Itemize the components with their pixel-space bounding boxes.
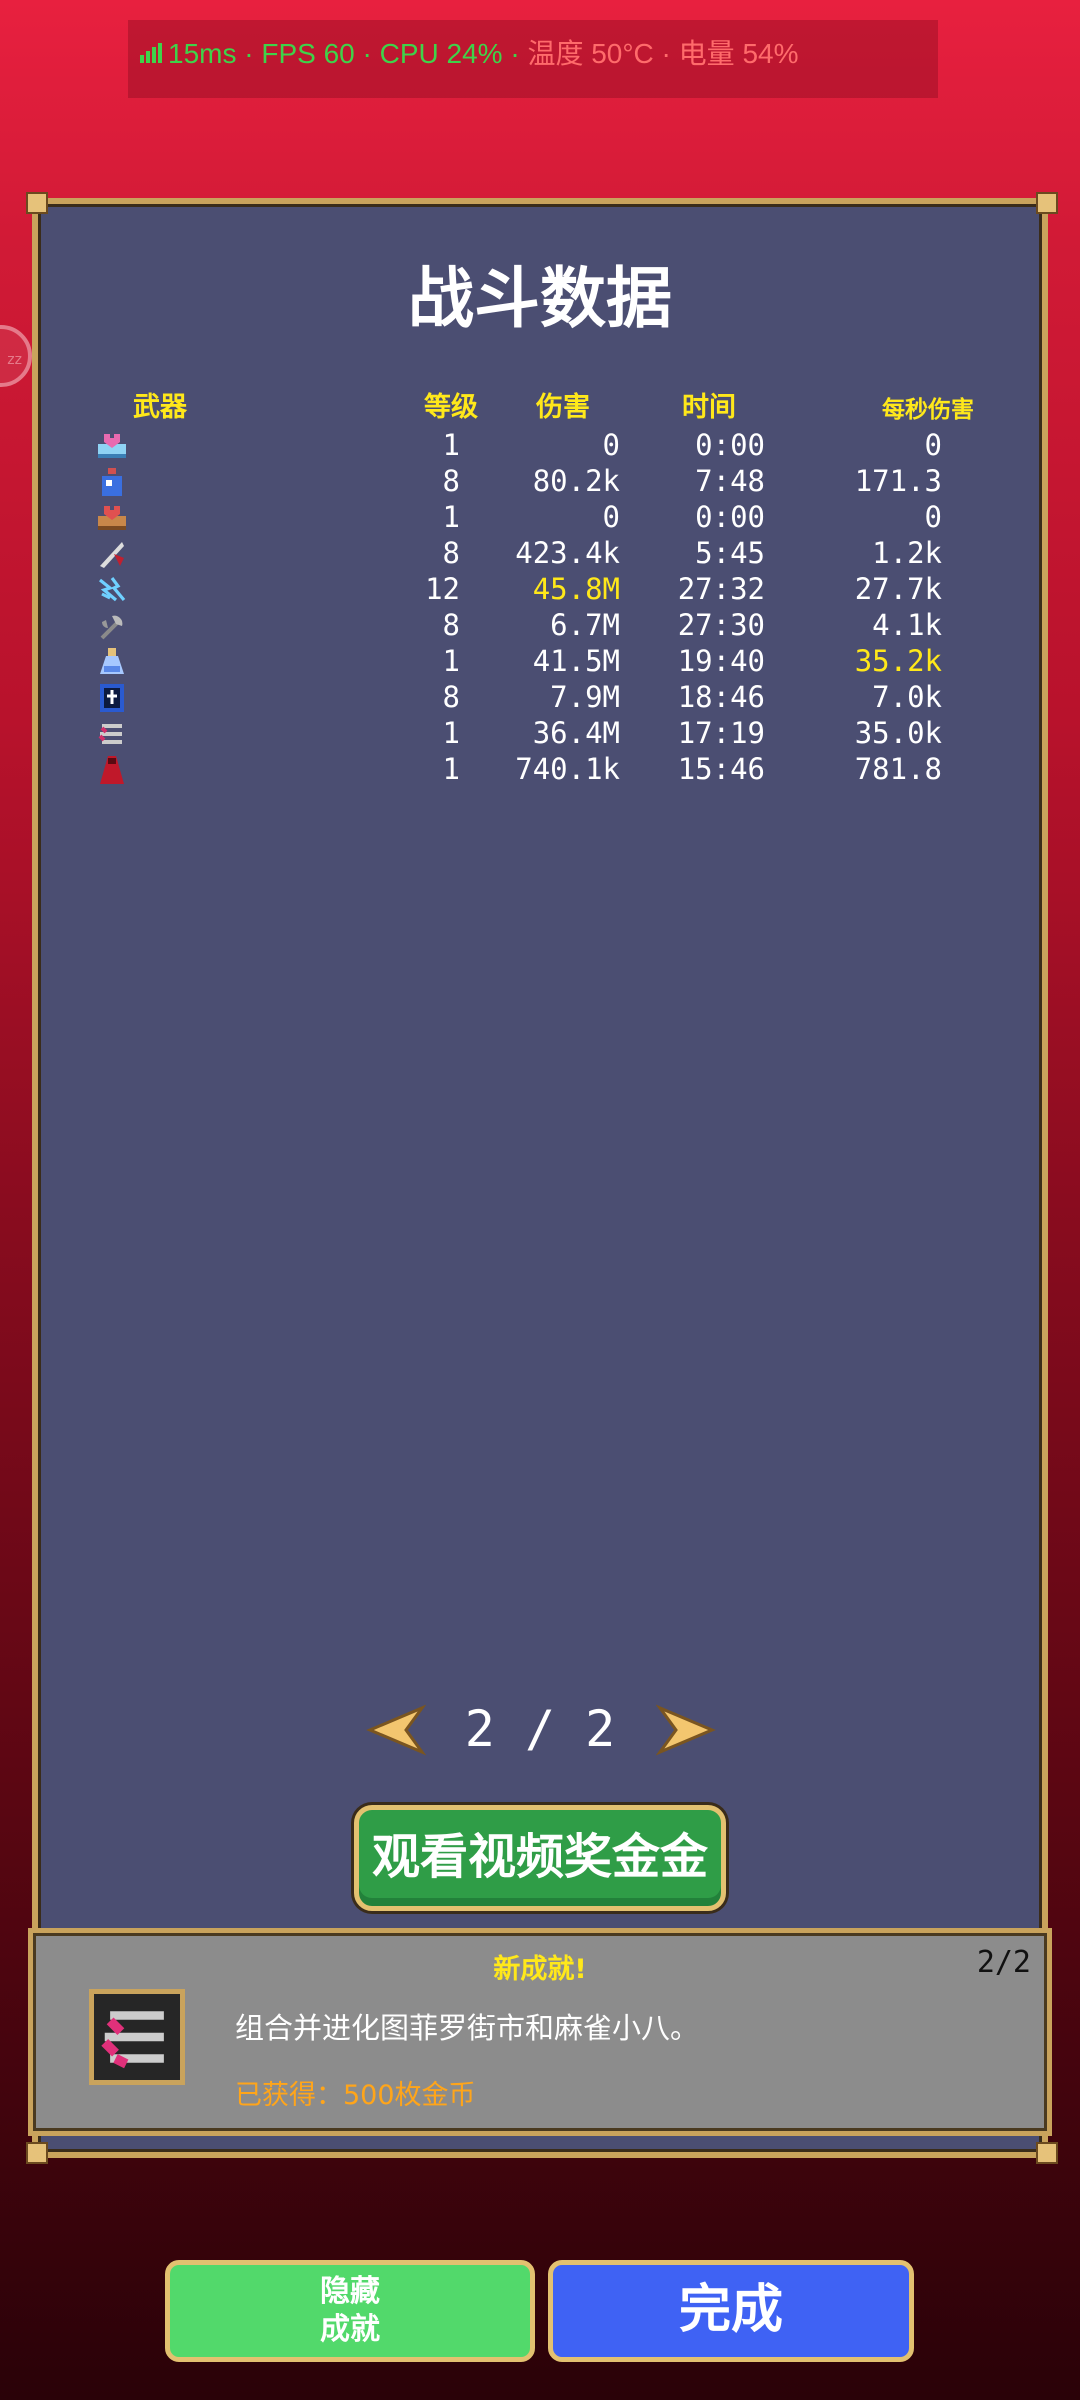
axe-icon: [100, 615, 123, 640]
achievement-title: 新成就!: [493, 1954, 587, 1985]
pager: 2 / 2: [0, 1700, 1080, 1764]
cell-time: 5:45: [695, 536, 765, 570]
achievement-count: 2/2: [976, 1945, 1031, 1980]
cell-damage: 423.4k: [515, 536, 620, 570]
cell-level: 1: [442, 752, 460, 786]
col-header-time: 时间: [682, 392, 736, 423]
cell-damage: 0: [602, 428, 620, 462]
table-row: 8 7.9M 18:46 7.0k: [0, 680, 1080, 716]
table-row: 1 0 0:00 0: [0, 500, 1080, 536]
status-text: 15ms · FPS 60 · CPU 24% · 温度 50°C · 电量 5…: [140, 32, 798, 72]
flask-icon: [100, 648, 124, 674]
blue-potion-icon: [102, 468, 122, 496]
page-title: 战斗数据: [408, 260, 672, 337]
cell-time: 7:48: [695, 464, 765, 498]
hide-button-line2: 成就: [320, 2312, 380, 2347]
holy-book-icon: [100, 684, 124, 712]
cell-time: 19:40: [677, 644, 765, 678]
lightning-icon: [99, 577, 126, 602]
cell-time: 15:46: [677, 752, 765, 786]
col-header-level: 等级: [424, 392, 478, 423]
hide-button-line1: 隐藏: [320, 2274, 380, 2309]
table-row: 8 80.2k 7:48 171.3: [0, 464, 1080, 500]
system-status-overlay: 15ms · FPS 60 · CPU 24% · 温度 50°C · 电量 5…: [128, 20, 938, 98]
panel-corner: [26, 192, 48, 214]
col-header-damage: 伤害: [536, 392, 590, 423]
panel-corner: [1036, 192, 1058, 214]
feather-knife-icon: [100, 542, 124, 568]
cell-damage: 80.2k: [532, 464, 620, 498]
signal-icon: [140, 43, 162, 63]
cell-dps: 35.0k: [854, 716, 942, 750]
cell-damage: 7.9M: [550, 680, 620, 714]
col-header-dps: 每秒伤害: [882, 397, 974, 423]
cell-damage: 740.1k: [515, 752, 620, 786]
status-perf: 15ms · FPS 60 · CPU 24% ·: [168, 38, 528, 69]
cell-time: 17:19: [677, 716, 765, 750]
cell-damage: 36.4M: [532, 716, 620, 750]
cell-level: 1: [442, 644, 460, 678]
cell-time: 27:32: [677, 572, 765, 606]
cell-dps: 0: [924, 500, 942, 534]
watch-video-reward-button[interactable]: 观看视频奖金金: [354, 1805, 726, 1911]
col-header-weapon: 武器: [133, 392, 187, 423]
achievement-banner: 新成就! 2/2 组合并进化图菲罗街市和麻雀小八。 已获得：500枚金币: [28, 1928, 1052, 2136]
cell-time: 0:00: [695, 428, 765, 462]
table-row: 8 423.4k 5:45 1.2k: [0, 536, 1080, 572]
achievement-scroll-icon: [89, 1989, 185, 2085]
cell-time: 0:00: [695, 500, 765, 534]
panel-corner: [26, 2142, 48, 2164]
achievement-reward: 已获得：500枚金币: [235, 2080, 476, 2111]
cell-level: 8: [442, 464, 460, 498]
cell-level: 1: [442, 500, 460, 534]
table-row: 1 740.1k 15:46 781.8: [0, 752, 1080, 788]
cell-dps: 1.2k: [872, 536, 942, 570]
cell-dps: 781.8: [854, 752, 942, 786]
done-button[interactable]: 完成: [548, 2260, 914, 2362]
cell-dps: 4.1k: [872, 608, 942, 642]
cell-level: 1: [442, 716, 460, 750]
status-temp-battery: 温度 50°C · 电量 54%: [527, 38, 799, 69]
panel-corner: [1036, 2142, 1058, 2164]
cell-level: 12: [425, 572, 460, 606]
ice-cake-icon: [98, 434, 126, 458]
table-row: 8 6.7M 27:30 4.1k: [0, 608, 1080, 644]
cell-damage: 41.5M: [532, 644, 620, 678]
brown-cake-icon: [98, 506, 126, 530]
cell-time: 27:30: [677, 608, 765, 642]
cell-level: 1: [442, 428, 460, 462]
cell-damage: 45.8M: [532, 572, 620, 606]
next-page-icon[interactable]: [656, 1704, 716, 1756]
cell-dps: 27.7k: [854, 572, 942, 606]
scrolls-icon: [98, 724, 122, 744]
cell-level: 8: [442, 608, 460, 642]
table-row: 12 45.8M 27:32 27.7k: [0, 572, 1080, 608]
table-row: 1 41.5M 19:40 35.2k: [0, 644, 1080, 680]
cell-dps: 0: [924, 428, 942, 462]
prev-page-icon[interactable]: [366, 1704, 426, 1756]
hide-achievement-button[interactable]: 隐藏 成就: [165, 2260, 535, 2362]
cell-dps: 7.0k: [872, 680, 942, 714]
cell-level: 8: [442, 536, 460, 570]
table-row: 1 36.4M 17:19 35.0k: [0, 716, 1080, 752]
cell-time: 18:46: [677, 680, 765, 714]
cell-dps: 35.2k: [854, 644, 942, 678]
table-row: 1 0 0:00 0: [0, 428, 1080, 464]
cell-damage: 6.7M: [550, 608, 620, 642]
cell-damage: 0: [602, 500, 620, 534]
page-indicator: 2 / 2: [464, 1700, 616, 1758]
red-cloak-icon: [100, 756, 124, 784]
achievement-description: 组合并进化图菲罗街市和麻雀小八。: [235, 2011, 700, 2045]
cell-level: 8: [442, 680, 460, 714]
cell-dps: 171.3: [854, 464, 942, 498]
